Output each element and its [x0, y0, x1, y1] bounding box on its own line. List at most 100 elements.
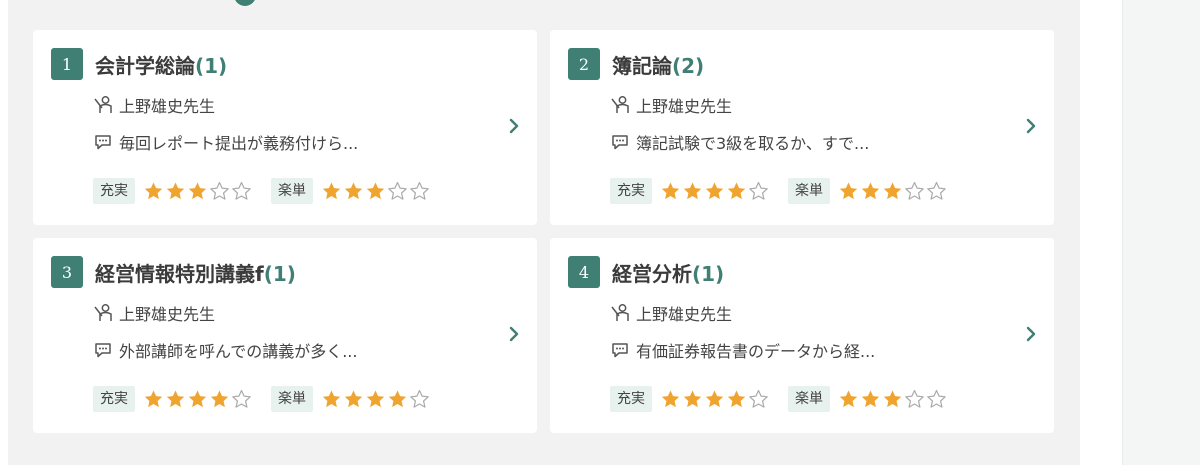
comment-icon — [95, 343, 111, 358]
star-filled-icon — [210, 390, 229, 408]
teacher-name: 上野雄史先生 — [119, 305, 216, 324]
fulfill-stars — [660, 181, 770, 201]
star-empty-icon — [232, 181, 251, 200]
rank-badge: 2 — [568, 48, 600, 80]
star-empty-icon — [410, 389, 429, 408]
comment-row: 有価証券報告書のデータから経... — [610, 338, 875, 362]
comment-snippet: 外部講師を呼んでの講義が多く... — [119, 342, 358, 361]
teacher-icon — [94, 304, 112, 321]
teacher-icon — [611, 304, 629, 321]
comment-icon — [95, 135, 111, 150]
comment-snippet: 簿記試験で3級を取るか、すで... — [636, 134, 870, 153]
star-filled-icon — [344, 390, 363, 408]
teacher-row: 上野雄史先生 — [93, 93, 215, 117]
easy-stars — [838, 181, 948, 201]
page: 1 会計学総論(1) 上野雄史先生 毎回レポート提出が義務付けら... 充実 楽… — [0, 0, 1200, 465]
fulfill-badge: 充実 — [93, 386, 135, 412]
fulfill-stars — [143, 389, 253, 409]
star-filled-icon — [705, 390, 724, 408]
fulfill-badge: 充実 — [610, 178, 652, 204]
star-filled-icon — [661, 182, 680, 200]
star-filled-icon — [683, 390, 702, 408]
chevron-right-icon[interactable] — [1024, 117, 1038, 135]
teacher-icon — [611, 96, 629, 113]
fulfill-badge: 充実 — [610, 386, 652, 412]
star-empty-icon — [749, 389, 768, 408]
star-filled-icon — [188, 390, 207, 408]
star-empty-icon — [388, 181, 407, 200]
course-card[interactable]: 1 会計学総論(1) 上野雄史先生 毎回レポート提出が義務付けら... 充実 楽… — [33, 30, 537, 225]
star-filled-icon — [344, 182, 363, 200]
star-filled-icon — [727, 182, 746, 200]
star-empty-icon — [927, 389, 946, 408]
course-title: 経営情報特別講義f(1) — [95, 261, 296, 286]
easy-stars — [321, 181, 431, 201]
star-filled-icon — [661, 390, 680, 408]
star-filled-icon — [388, 390, 407, 408]
easy-badge: 楽単 — [788, 386, 830, 412]
card-header: 2 簿記論(2) — [568, 48, 704, 80]
card-header: 3 経営情報特別講義f(1) — [51, 256, 296, 288]
comment-icon — [612, 135, 628, 150]
card-header: 4 経営分析(1) — [568, 256, 724, 288]
chevron-right-icon[interactable] — [1024, 325, 1038, 343]
rank-badge: 4 — [568, 256, 600, 288]
rating-row: 充実 楽単 — [610, 178, 966, 204]
star-filled-icon — [727, 390, 746, 408]
easy-badge: 楽単 — [271, 386, 313, 412]
star-filled-icon — [705, 182, 724, 200]
star-filled-icon — [883, 390, 902, 408]
comment-row: 簿記試験で3級を取るか、すで... — [610, 130, 869, 154]
course-card[interactable]: 4 経営分析(1) 上野雄史先生 有価証券報告書のデータから経... 充実 楽単 — [550, 238, 1054, 433]
star-filled-icon — [188, 182, 207, 200]
star-empty-icon — [905, 389, 924, 408]
course-title: 経営分析(1) — [612, 261, 725, 286]
teacher-name: 上野雄史先生 — [636, 305, 733, 324]
star-filled-icon — [322, 182, 341, 200]
rank-badge: 1 — [51, 48, 83, 80]
star-filled-icon — [166, 182, 185, 200]
course-card[interactable]: 3 経営情報特別講義f(1) 上野雄史先生 外部講師を呼んでの講義が多く... … — [33, 238, 537, 433]
star-filled-icon — [683, 182, 702, 200]
teacher-name: 上野雄史先生 — [636, 97, 733, 116]
star-filled-icon — [144, 390, 163, 408]
section-marker — [234, 0, 256, 6]
comment-row: 毎回レポート提出が義務付けら... — [93, 130, 358, 154]
fulfill-stars — [660, 389, 770, 409]
rating-row: 充実 楽単 — [93, 178, 449, 204]
star-filled-icon — [166, 390, 185, 408]
fulfill-badge: 充実 — [93, 178, 135, 204]
star-filled-icon — [322, 390, 341, 408]
course-title: 簿記論(2) — [612, 53, 705, 78]
teacher-icon — [94, 96, 112, 113]
teacher-row: 上野雄史先生 — [93, 301, 215, 325]
star-empty-icon — [749, 181, 768, 200]
comment-icon — [612, 343, 628, 358]
teacher-row: 上野雄史先生 — [610, 93, 732, 117]
star-empty-icon — [232, 389, 251, 408]
review-count: (1) — [263, 261, 296, 286]
star-filled-icon — [839, 182, 858, 200]
ranking-list: 1 会計学総論(1) 上野雄史先生 毎回レポート提出が義務付けら... 充実 楽… — [8, 0, 1080, 465]
rating-row: 充実 楽単 — [610, 386, 966, 412]
easy-stars — [838, 389, 948, 409]
side-panel — [1122, 0, 1200, 465]
easy-badge: 楽単 — [271, 178, 313, 204]
star-filled-icon — [144, 182, 163, 200]
rating-row: 充実 楽単 — [93, 386, 449, 412]
star-empty-icon — [905, 181, 924, 200]
review-count: (1) — [195, 53, 228, 78]
fulfill-stars — [143, 181, 253, 201]
review-count: (1) — [692, 261, 725, 286]
chevron-right-icon[interactable] — [507, 117, 521, 135]
star-filled-icon — [839, 390, 858, 408]
easy-stars — [321, 389, 431, 409]
star-empty-icon — [927, 181, 946, 200]
star-empty-icon — [410, 181, 429, 200]
chevron-right-icon[interactable] — [507, 325, 521, 343]
comment-snippet: 有価証券報告書のデータから経... — [636, 342, 876, 361]
review-count: (2) — [672, 53, 705, 78]
comment-snippet: 毎回レポート提出が義務付けら... — [119, 134, 359, 153]
course-card[interactable]: 2 簿記論(2) 上野雄史先生 簿記試験で3級を取るか、すで... 充実 楽単 — [550, 30, 1054, 225]
easy-badge: 楽単 — [788, 178, 830, 204]
